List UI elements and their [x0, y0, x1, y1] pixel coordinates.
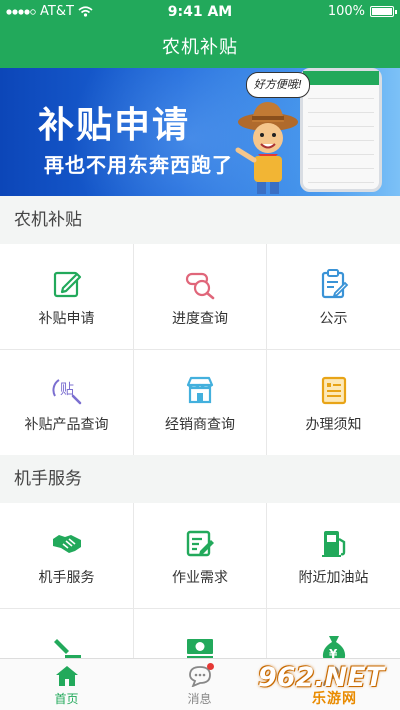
grid-label: 补贴申请: [38, 311, 95, 327]
tab-label: 首页: [54, 692, 79, 706]
grid-label: 公示: [319, 311, 348, 327]
cartoon-farmer-illustration: [235, 102, 298, 194]
promo-banner[interactable]: 补贴申请 再也不用东奔西跑了 好方便哦!: [0, 68, 400, 196]
speech-bubble: 好方便哦!: [246, 72, 310, 98]
battery-icon: [370, 6, 397, 17]
grid-item-nearby-gas-station[interactable]: 附近加油站: [267, 503, 400, 608]
grid-item-subsidy-product-query[interactable]: 贴 补贴产品查询: [0, 350, 133, 455]
handshake-icon: [52, 535, 81, 553]
battery-percent: 100%: [327, 4, 365, 19]
page-title: 农机补贴: [162, 37, 238, 58]
grid-label: 附近加油站: [298, 570, 369, 586]
grid-item-operator-service[interactable]: 机手服务: [0, 503, 133, 608]
progress-search-icon: [185, 272, 215, 300]
top-bar: AT&T 9:41 AM 100% 农机补贴: [0, 0, 400, 68]
tab-label: 消息: [187, 692, 212, 706]
clipboard-icon: [321, 269, 348, 299]
grid-label: 作业需求: [172, 570, 228, 586]
store-icon: [186, 376, 214, 404]
watermark-site: 乐游网: [312, 691, 357, 707]
phone-illustration: [300, 68, 382, 192]
grid-label: 补贴产品查询: [24, 417, 109, 433]
grid-label: 机手服务: [38, 570, 95, 586]
tab-messages[interactable]: 消息: [133, 659, 266, 710]
unread-badge: [207, 663, 214, 670]
grid-item-subsidy-apply[interactable]: 补贴申请: [0, 244, 133, 349]
status-bar: AT&T 9:41 AM 100%: [0, 0, 400, 22]
banner-headline: 补贴申请: [38, 105, 191, 146]
section-title-subsidy: 农机补贴: [0, 196, 400, 244]
subsidy-grid: 补贴申请 进度查询 公示 贴 补贴产品查询 经销商查询 办理须知: [0, 244, 400, 455]
grid-item-dealer-query[interactable]: 经销商查询: [134, 350, 266, 455]
notice-icon: [321, 376, 346, 405]
banner-subline: 再也不用东奔西跑了: [44, 153, 233, 177]
form-edit-icon: [186, 530, 214, 557]
tab-home[interactable]: 首页: [0, 659, 133, 710]
grid-item-public-notice[interactable]: 公示: [267, 244, 400, 349]
grid-item-progress-query[interactable]: 进度查询: [134, 244, 266, 349]
site-watermark: 962.NET 乐游网: [258, 662, 398, 708]
grid-item-procedure-notice[interactable]: 办理须知: [267, 350, 400, 455]
grid-item-work-demand[interactable]: 作业需求: [134, 503, 266, 608]
grid-label: 进度查询: [172, 311, 228, 327]
edit-icon: [53, 271, 81, 298]
section-title-operator: 机手服务: [0, 455, 400, 503]
subsidy-search-icon: 贴: [51, 379, 81, 405]
grid-label: 办理须知: [305, 417, 362, 433]
fuel-pump-icon: [321, 531, 345, 557]
home-icon: [55, 666, 78, 686]
grid-label: 经销商查询: [165, 417, 235, 433]
